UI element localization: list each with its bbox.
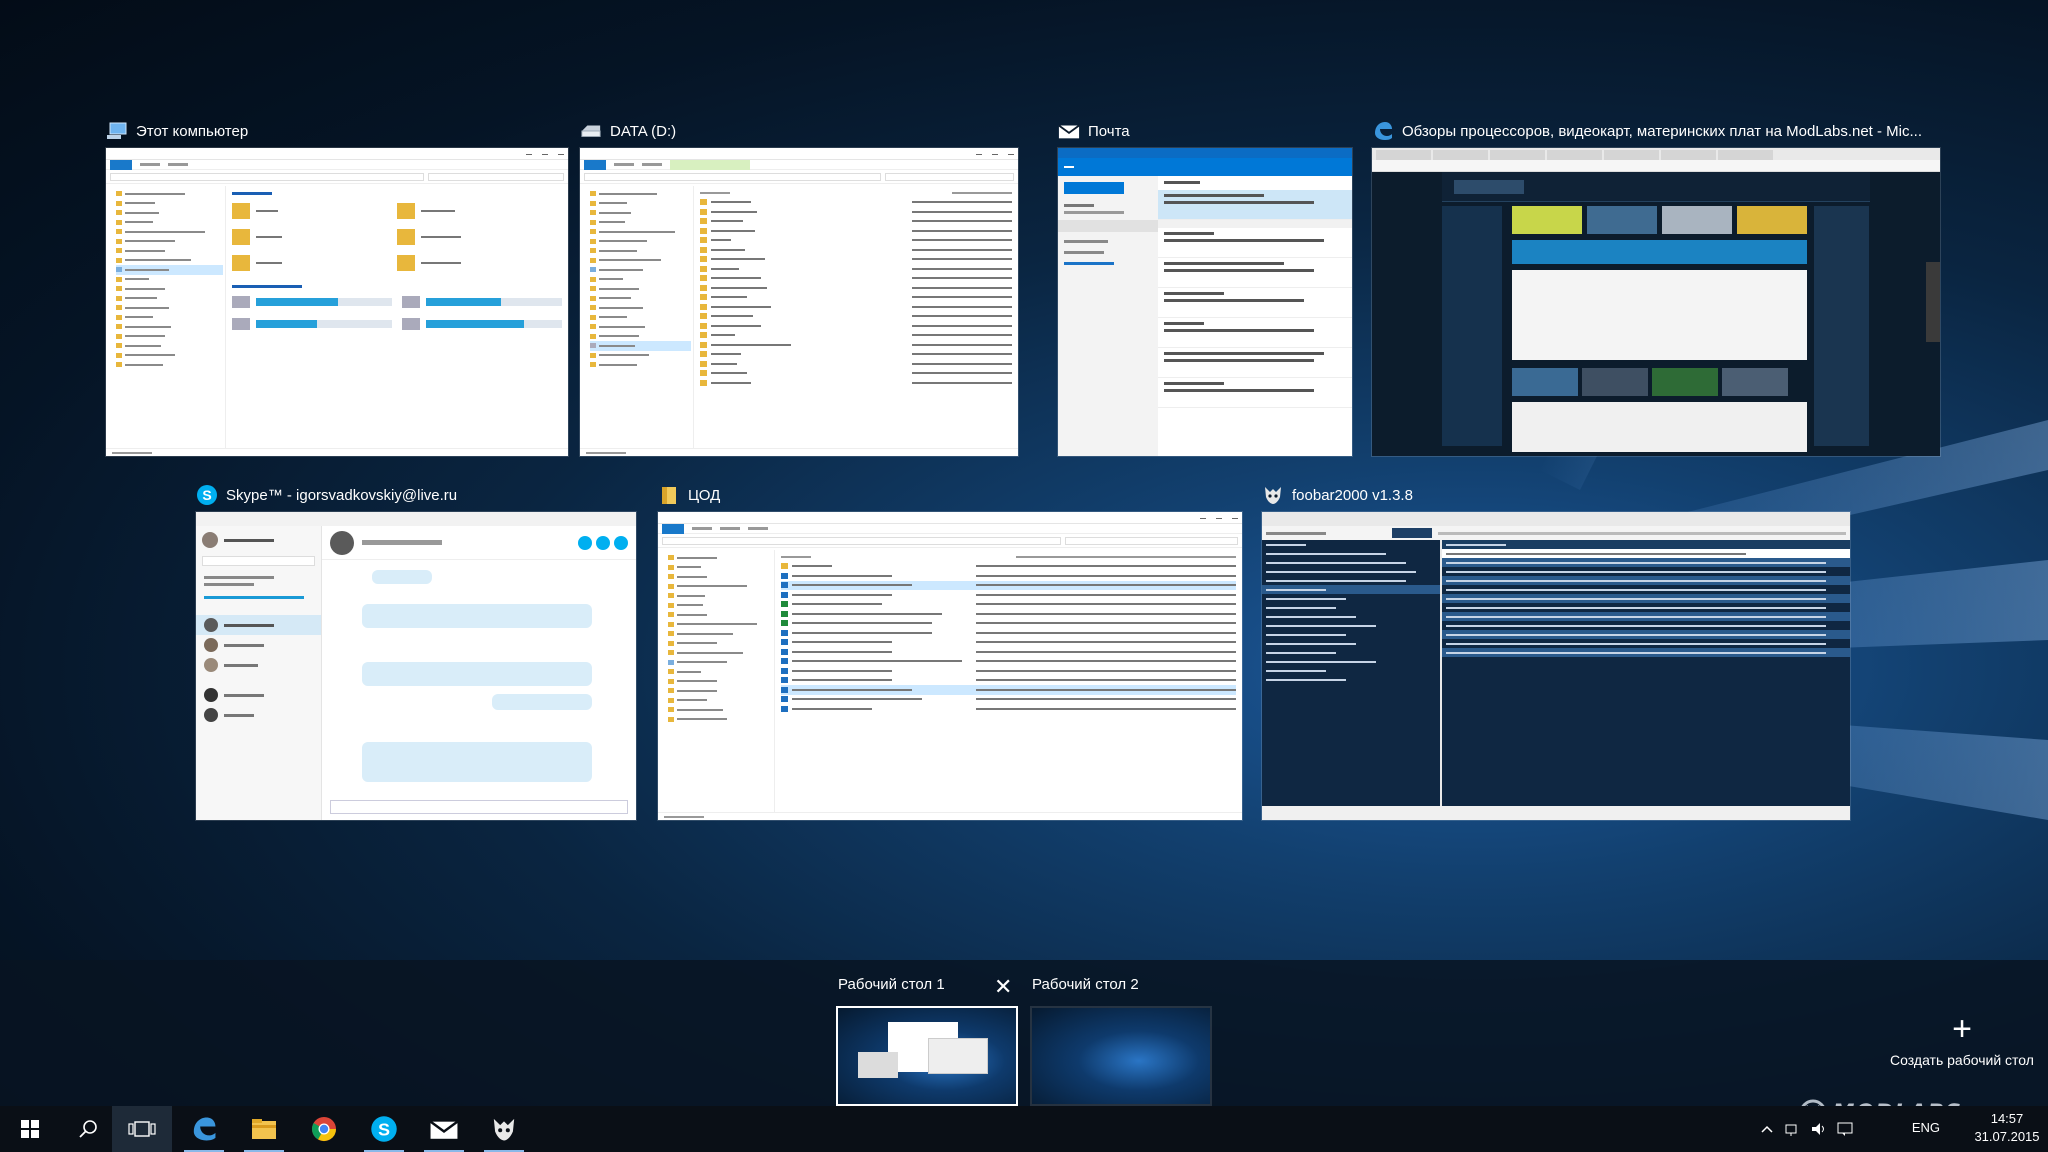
volume-icon[interactable] — [1806, 1106, 1832, 1152]
clock-time: 14:57 — [1990, 1111, 2024, 1126]
system-tray — [1754, 1106, 1858, 1152]
window-tsod[interactable]: ЦОД — [658, 482, 1242, 822]
window-title-bar: foobar2000 v1.3.8 — [1262, 482, 1850, 508]
computer-icon — [106, 120, 128, 142]
window-thumbnail[interactable] — [580, 148, 1018, 456]
skype-taskbar-button[interactable]: S — [354, 1106, 414, 1152]
window-title-bar: S Skype™ - igorsvadkovskiy@live.ru — [196, 482, 636, 508]
mail-icon — [429, 1120, 459, 1139]
drive-icon — [580, 120, 602, 142]
window-title: DATA (D:) — [610, 122, 677, 140]
new-desktop-button[interactable]: + Создать рабочий стол — [1882, 1012, 2042, 1068]
window-thumbnail[interactable] — [658, 512, 1242, 820]
edge-icon — [1372, 120, 1394, 142]
windows-icon — [21, 1120, 39, 1138]
notifications-icon[interactable] — [1832, 1106, 1858, 1152]
language-indicator[interactable]: ENG — [1912, 1120, 1940, 1135]
window-title: foobar2000 v1.3.8 — [1292, 486, 1413, 504]
foobar-icon — [1262, 484, 1284, 506]
desktop-label: Рабочий стол 2 — [1032, 976, 1139, 993]
window-foobar[interactable]: foobar2000 v1.3.8 — [1262, 482, 1850, 822]
window-thumbnail[interactable] — [1058, 148, 1352, 456]
folder-icon — [252, 1119, 276, 1139]
window-mail[interactable]: Почта — [1058, 118, 1352, 462]
window-title-bar: Обзоры процессоров, видеокарт, материнск… — [1372, 118, 1940, 144]
virtual-desktop-bar: Рабочий стол 1 ✕ Рабочий стол 2 + Создат… — [0, 960, 2048, 1106]
file-explorer-taskbar-button[interactable] — [234, 1106, 294, 1152]
svg-text:S: S — [378, 1119, 390, 1139]
window-title: Обзоры процессоров, видеокарт, материнск… — [1402, 122, 1923, 140]
mail-icon — [1058, 120, 1080, 142]
search-icon — [79, 1120, 97, 1138]
window-title-bar: DATA (D:) — [580, 118, 1018, 144]
start-button[interactable] — [0, 1106, 60, 1152]
task-view-icon — [128, 1121, 156, 1137]
desktop-label: Рабочий стол 1 — [838, 976, 945, 993]
edge-icon — [193, 1117, 216, 1141]
window-thumbnail[interactable] — [1372, 148, 1940, 456]
task-view-button[interactable] — [112, 1106, 172, 1152]
clock-date: 31.07.2015 — [1974, 1129, 2040, 1144]
foobar-taskbar-button[interactable] — [474, 1106, 534, 1152]
desktop-1[interactable]: Рабочий стол 1 ✕ — [836, 968, 1020, 1106]
skype-icon: S — [196, 484, 218, 506]
new-desktop-label: Создать рабочий стол — [1890, 1052, 2034, 1068]
window-title: Skype™ - igorsvadkovskiy@live.ru — [226, 486, 458, 504]
foobar-icon — [493, 1118, 515, 1141]
mail-taskbar-button[interactable] — [414, 1106, 474, 1152]
window-title-bar: ЦОД — [658, 482, 1242, 508]
clock[interactable]: 14:57 31.07.2015 — [1970, 1110, 2044, 1146]
window-title-bar: Почта — [1058, 118, 1352, 144]
desktop-thumbnail[interactable] — [836, 1006, 1018, 1106]
desktop-thumbnail[interactable] — [1030, 1006, 1212, 1106]
window-title: Почта — [1088, 122, 1130, 140]
close-icon[interactable]: ✕ — [994, 976, 1012, 998]
window-thumbnail[interactable] — [1262, 512, 1850, 820]
folder-icon — [658, 484, 680, 506]
desktop-2[interactable]: Рабочий стол 2 — [1030, 968, 1214, 1106]
plus-icon: + — [1952, 1010, 1972, 1048]
network-icon[interactable] — [1780, 1106, 1806, 1152]
window-this-pc[interactable]: Этот компьютер — [106, 118, 568, 462]
window-title: ЦОД — [688, 486, 721, 504]
chevron-up-icon[interactable] — [1754, 1106, 1780, 1152]
window-data-drive[interactable]: DATA (D:) — [580, 118, 1018, 462]
chrome-taskbar-button[interactable] — [294, 1106, 354, 1152]
window-title-bar: Этот компьютер — [106, 118, 568, 144]
edge-taskbar-button[interactable] — [174, 1106, 234, 1152]
chrome-icon — [311, 1117, 336, 1142]
search-button[interactable] — [58, 1106, 118, 1152]
window-thumbnail[interactable] — [196, 512, 636, 820]
window-skype[interactable]: S Skype™ - igorsvadkovskiy@live.ru — [196, 482, 636, 822]
window-thumbnail[interactable] — [106, 148, 568, 456]
skype-icon: S — [371, 1116, 397, 1142]
taskbar: S ENG 14:57 31.07.2015 — [0, 1106, 2048, 1152]
window-title: Этот компьютер — [136, 122, 249, 140]
window-edge-modlabs[interactable]: Обзоры процессоров, видеокарт, материнск… — [1372, 118, 1940, 462]
svg-text:S: S — [202, 487, 211, 503]
